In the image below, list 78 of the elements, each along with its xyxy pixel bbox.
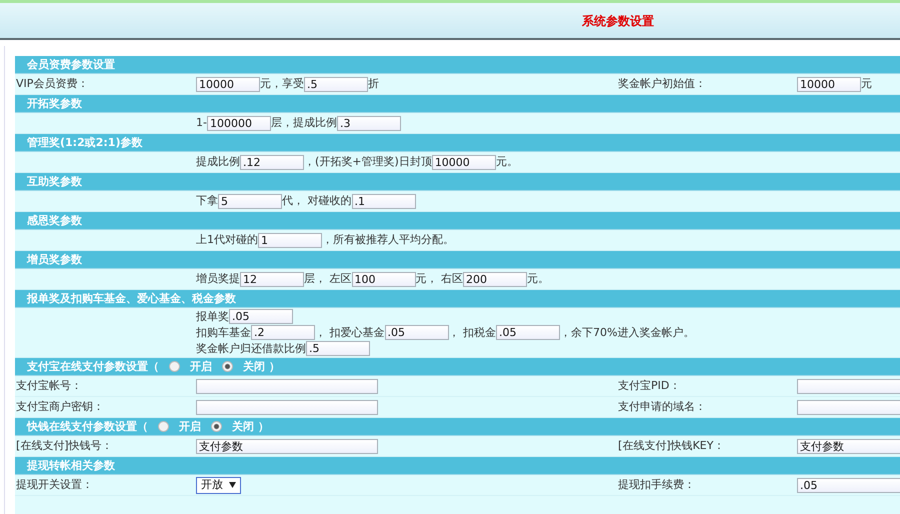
input-field[interactable]: 10000 [432,154,496,170]
input-field[interactable]: .5 [304,76,368,92]
form-text: 提成比例 [196,155,240,169]
section-title: 会员资费参数设置 [27,58,115,72]
form-text: ， 扣税金 [448,326,496,340]
form-text: ，所有被推荐人平均分配。 [322,233,454,247]
section-title: 快钱在线支付参数设置（ [27,420,148,434]
form-text: ，余下70%进入奖金帐户。 [560,326,694,340]
form-text: 上1代对碰的 [196,233,258,247]
field-label: 提现开关设置： [15,478,93,491]
field-label: 支付申请的域名： [617,400,706,413]
input-field[interactable]: .05 [797,478,900,492]
input-field[interactable]: .05 [384,325,448,340]
form-text: ，(开拓奖+管理奖)日封顶 [304,155,432,169]
section-title: 报单奖及扣购车基金、爱心基金、税金参数 [27,292,236,306]
field-label: [在线支付]快钱号： [15,439,113,452]
radio-button[interactable] [222,361,233,372]
form-text: 元 [861,77,872,91]
section-title: 感恩奖参数 [27,214,82,228]
field-label: 支付宝帐号： [15,379,82,392]
form-text: 1- [196,116,207,130]
field-label: [在线支付]快钱KEY： [617,439,724,452]
input-field[interactable]: 支付参数 [797,438,900,454]
input-field[interactable]: .3 [336,116,401,130]
input-field[interactable]: 支付参数 [196,438,378,454]
form-text: 增员奖提 [196,272,240,286]
radio-button[interactable] [158,421,169,432]
form-text: 报单奖 [196,310,229,324]
input-field[interactable]: 12 [240,272,304,286]
section-title: ） [258,420,269,434]
input-field[interactable]: 100000 [206,116,271,130]
radio-label: 开启 [179,420,201,434]
field-label: 支付宝PID： [617,379,680,392]
section-title: ） [269,360,280,374]
form-text: 代， 对碰收的 [282,194,352,208]
dropdown[interactable]: 开放 [196,476,241,494]
input-field[interactable]: 5 [218,194,282,208]
input-field[interactable]: .05 [496,325,560,340]
field-label: 提现扣手续费： [617,478,695,491]
input-field[interactable]: 10000 [196,76,260,92]
section-title: 互助奖参数 [27,174,82,188]
input-field[interactable]: 100 [352,272,416,286]
radio-button[interactable] [211,421,222,432]
form-text: 扣购车基金 [196,326,251,340]
section-title: 提现转帐相关参数 [27,458,115,472]
field-label: VIP会员资费： [15,77,88,90]
radio-label: 开启 [190,360,212,374]
form-text: 下拿 [196,194,218,208]
field-label: 支付宝商户密钥： [15,400,104,413]
field-label: 奖金帐户初始值： [617,77,706,90]
input-field[interactable]: .05 [229,309,293,324]
input-field[interactable]: .1 [352,194,416,208]
section-title: 管理奖(1:2或2:1)参数 [27,136,142,150]
input-field[interactable]: 200 [463,272,527,286]
page-title: 系统参数设置 [582,14,654,28]
radio-label: 关闭 [243,360,265,374]
form-text: 元。 [496,155,518,169]
input-field[interactable]: 10000 [797,76,861,92]
section-title: 增员奖参数 [27,252,82,266]
caret-icon [229,482,236,488]
radio-label: 关闭 [232,420,254,434]
input-field[interactable]: .5 [306,341,370,356]
input-field[interactable] [196,400,378,414]
form-text: 元， 右区 [416,272,463,286]
form-text: 层，提成比例 [270,116,337,130]
section-title: 支付宝在线支付参数设置（ [27,360,159,374]
form-text: 层， 左区 [304,272,352,286]
form-text: 元，享受 [260,77,304,91]
input-field[interactable]: 1 [258,232,322,248]
input-field[interactable] [196,378,378,394]
form-text: 元。 [527,272,549,286]
section-title: 开拓奖参数 [27,96,82,110]
radio-button[interactable] [169,361,180,372]
input-field[interactable]: .2 [251,325,315,340]
form-text: ， 扣爱心基金 [315,326,384,340]
input-field[interactable]: .12 [240,154,304,170]
form-text: 奖金帐户归还借款比例 [196,342,306,356]
form-text: 折 [368,77,379,91]
